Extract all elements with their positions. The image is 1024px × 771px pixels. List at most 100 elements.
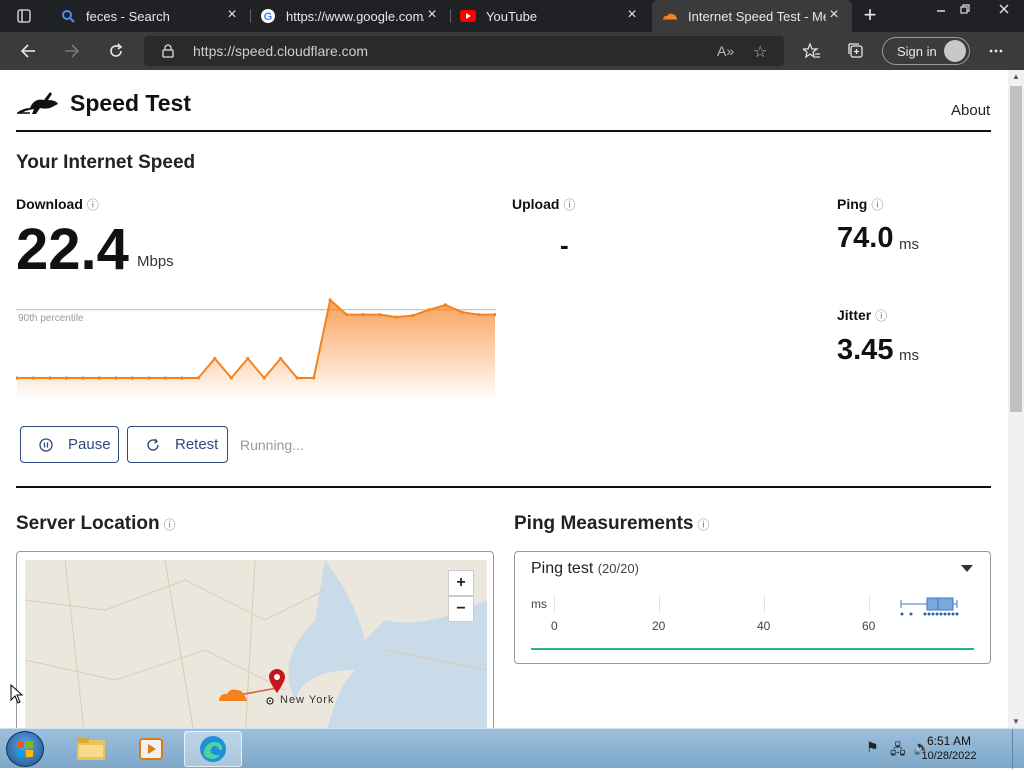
- download-data-point: [361, 313, 365, 317]
- about-link[interactable]: About: [951, 102, 990, 119]
- google-icon: G: [260, 8, 276, 24]
- download-data-point: [328, 298, 332, 302]
- collections-button[interactable]: [842, 37, 870, 65]
- scroll-thumb[interactable]: [1010, 86, 1022, 412]
- ping-test-title: Ping test (20/20): [531, 560, 639, 578]
- favorites-button[interactable]: [798, 37, 826, 65]
- new-tab-button[interactable]: +: [858, 4, 882, 28]
- windows-taskbar: ⚑ 🖧 🔊 6:51 AM 10/28/2022: [0, 728, 1024, 769]
- taskbar-edge[interactable]: [184, 731, 242, 767]
- pause-button[interactable]: Pause: [20, 426, 119, 463]
- tab-title: YouTube: [486, 8, 538, 24]
- taskbar-media-player[interactable]: [122, 731, 180, 767]
- refresh-button[interactable]: [102, 37, 130, 65]
- info-icon[interactable]: ⓘ: [698, 518, 710, 532]
- minimize-button[interactable]: [928, 0, 954, 18]
- read-aloud-icon[interactable]: A»: [717, 43, 734, 59]
- close-tab-icon[interactable]: ×: [826, 7, 842, 24]
- refresh-icon: [110, 43, 123, 57]
- page-scrollbar[interactable]: ▲ ▼: [1008, 70, 1024, 728]
- page-content: Speed Test About Your Internet Speed Dow…: [0, 70, 1008, 728]
- tab-title: Internet Speed Test - Measure: [688, 8, 826, 24]
- download-data-point: [180, 376, 184, 380]
- favorites-icon: [803, 42, 820, 59]
- forward-arrow-icon: [65, 44, 80, 58]
- sign-in-button[interactable]: Sign in: [882, 37, 970, 65]
- ping-measurements-heading-text: Ping Measurements: [514, 513, 694, 534]
- ping-measurements-heading: Ping Measurements ⓘ: [514, 513, 710, 535]
- zoom-out-button[interactable]: −: [448, 596, 474, 622]
- back-arrow-icon: [20, 44, 35, 58]
- close-tab-icon[interactable]: ×: [224, 7, 240, 24]
- settings-menu-button[interactable]: [982, 37, 1010, 65]
- upload-label-text: Upload: [512, 196, 560, 212]
- more-dots-icon: [989, 49, 1003, 53]
- download-data-point: [279, 356, 283, 361]
- retest-icon: [147, 438, 159, 451]
- download-data-point: [427, 308, 431, 312]
- restore-button[interactable]: [952, 0, 978, 18]
- info-icon[interactable]: ⓘ: [875, 309, 887, 323]
- close-window-button[interactable]: [984, 0, 1024, 18]
- chevron-down-icon[interactable]: [961, 565, 973, 572]
- ping-unit: ms: [899, 236, 919, 253]
- ping-test-title-text: Ping test: [531, 560, 594, 577]
- brand-title: Speed Test: [70, 90, 191, 116]
- grid-line: [764, 594, 765, 614]
- url-text: https://speed.cloudflare.com: [193, 43, 369, 59]
- map-roads: [25, 560, 487, 728]
- download-data-point: [114, 376, 118, 380]
- close-tab-icon[interactable]: ×: [424, 7, 440, 24]
- axis-unit-label: ms: [531, 597, 547, 611]
- folder-icon: [77, 738, 105, 760]
- jitter-unit: ms: [899, 347, 919, 364]
- ping-test-panel[interactable]: Ping test (20/20) ms 0 20 40 60: [514, 551, 991, 664]
- taskbar-explorer[interactable]: [62, 731, 120, 767]
- scroll-down-icon[interactable]: ▼: [1012, 717, 1020, 726]
- info-icon[interactable]: ⓘ: [871, 198, 883, 212]
- start-button[interactable]: [6, 731, 44, 767]
- close-icon: [999, 4, 1009, 14]
- download-data-point: [81, 376, 85, 380]
- retest-button[interactable]: Retest: [127, 426, 228, 463]
- download-data-point: [262, 376, 266, 380]
- cloudflare-server-icon: [219, 689, 247, 701]
- ping-progress-line: [531, 648, 974, 650]
- grid-line: [554, 594, 555, 614]
- back-button[interactable]: [14, 37, 42, 65]
- ping-label-text: Ping: [837, 196, 868, 212]
- taskbar-clock[interactable]: 6:51 AM 10/28/2022: [918, 734, 980, 762]
- zoom-in-button[interactable]: +: [448, 570, 474, 596]
- network-icon[interactable]: 🖧: [890, 739, 906, 763]
- address-bar[interactable]: https://speed.cloudflare.com A» ☆: [144, 36, 784, 66]
- server-map[interactable]: New York + −: [16, 551, 494, 728]
- download-data-point: [410, 314, 415, 318]
- scroll-up-icon[interactable]: ▲: [1012, 72, 1020, 81]
- map-canvas[interactable]: New York + −: [25, 560, 487, 728]
- tab-youtube[interactable]: YouTube ×: [450, 0, 650, 32]
- info-icon[interactable]: ⓘ: [164, 518, 176, 532]
- download-unit: Mbps: [137, 253, 174, 270]
- tab-google[interactable]: G https://www.google.com/ ×: [250, 0, 450, 32]
- tick-label: 20: [652, 619, 666, 633]
- tick-label: 40: [757, 619, 771, 633]
- show-desktop-button[interactable]: [1012, 729, 1024, 769]
- close-tab-icon[interactable]: ×: [624, 7, 640, 24]
- download-area: [17, 300, 495, 398]
- city-label: New York: [280, 694, 335, 706]
- forward-button[interactable]: [58, 37, 86, 65]
- download-chart: 90th percentile: [16, 298, 496, 398]
- tab-actions-button[interactable]: [0, 0, 48, 32]
- tab-bing[interactable]: feces - Search ×: [50, 0, 250, 32]
- svg-text:G: G: [264, 11, 273, 23]
- minimize-icon: [937, 10, 945, 12]
- info-icon[interactable]: ⓘ: [87, 198, 99, 212]
- download-data-point: [163, 376, 167, 380]
- download-data-point: [147, 376, 151, 380]
- download-data-point: [460, 310, 464, 314]
- info-icon[interactable]: ⓘ: [563, 198, 575, 212]
- tab-speedtest[interactable]: Internet Speed Test - Measure ×: [652, 0, 852, 32]
- ping-label: Ping ⓘ: [837, 196, 883, 213]
- action-center-icon[interactable]: ⚑: [866, 739, 879, 756]
- add-favorite-icon[interactable]: ☆: [753, 42, 767, 62]
